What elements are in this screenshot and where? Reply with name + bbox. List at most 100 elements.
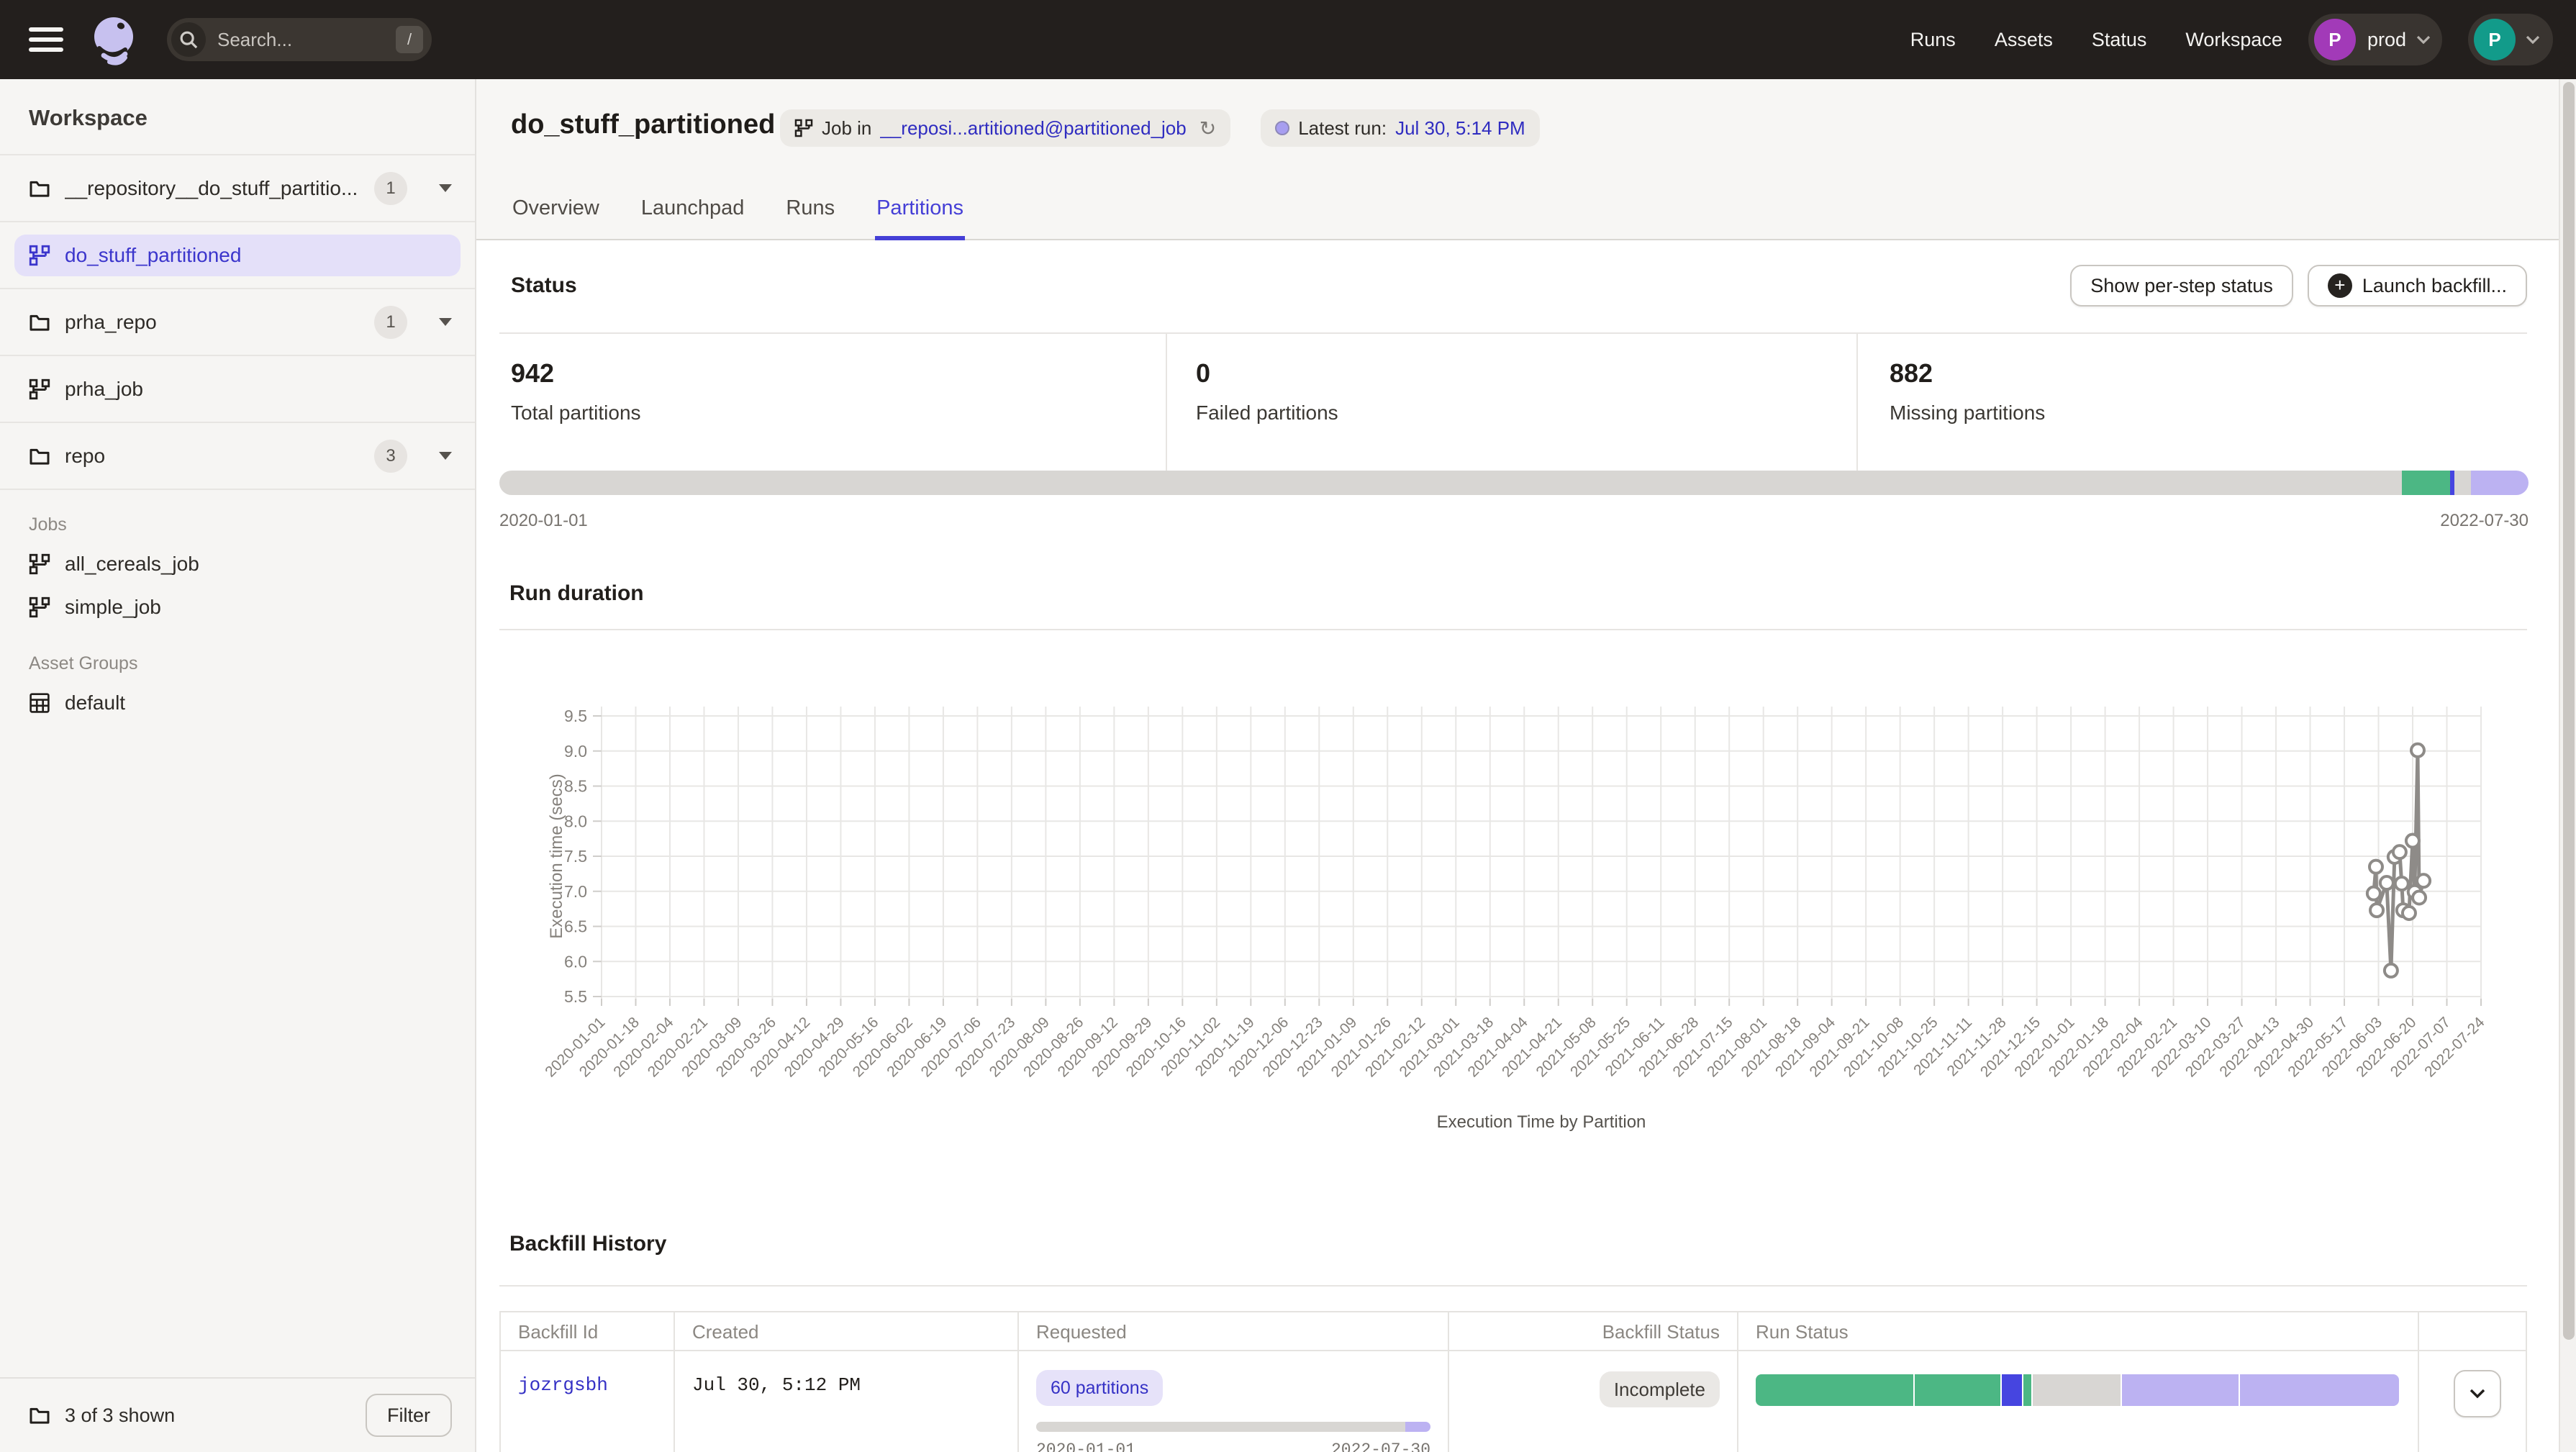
svg-text:8.0: 8.0 [564, 812, 587, 830]
execution-time-chart: 2020-01-012020-01-182020-02-042020-02-21… [520, 701, 2534, 1133]
tab-launchpad[interactable]: Launchpad [640, 196, 746, 240]
dagster-logo-icon[interactable] [89, 14, 141, 65]
sidebar-item-default-group[interactable]: default [0, 681, 475, 725]
count-badge: 3 [374, 440, 407, 473]
vertical-scrollbar[interactable] [2559, 79, 2576, 1452]
launch-backfill-label: Launch backfill... [2362, 275, 2507, 297]
top-nav: Search... / Runs Assets Status Workspace… [0, 0, 2576, 79]
nav-link-status[interactable]: Status [2092, 29, 2147, 51]
sidebar-footer: 3 of 3 shown Filter [0, 1377, 475, 1452]
created-timestamp: Jul 30, 5:12 PM [692, 1374, 861, 1396]
sidebar-item-repository-do-stuff[interactable]: __repository__do_stuff_partitio... 1 [0, 155, 475, 222]
sidebar-item-simple-job[interactable]: simple_job [0, 586, 475, 629]
deployment-switcher[interactable]: P prod [2308, 14, 2442, 65]
caret-down-icon[interactable] [439, 184, 452, 192]
folder-icon [29, 312, 50, 333]
folder-icon [29, 445, 50, 467]
svg-text:8.5: 8.5 [564, 777, 587, 796]
show-per-step-status-button[interactable]: Show per-step status [2070, 265, 2293, 307]
requested-partitions-badge[interactable]: 60 partitions [1036, 1370, 1163, 1406]
run-status-dot [1275, 121, 1289, 135]
sidebar-heading: Workspace [0, 79, 475, 155]
caret-down-icon[interactable] [439, 318, 452, 326]
requested-range: 2020-01-01 2022-07-30 [1036, 1440, 1430, 1452]
folder-icon [29, 178, 50, 199]
run-duration-heading: Run duration [509, 581, 644, 606]
slash-shortcut-key: / [396, 26, 423, 53]
chevron-down-icon [2416, 35, 2431, 44]
svg-text:7.5: 7.5 [564, 847, 587, 866]
svg-text:7.0: 7.0 [564, 882, 587, 901]
latest-run-badge: Latest run: Jul 30, 5:14 PM [1261, 109, 1540, 147]
user-menu[interactable]: P [2468, 14, 2553, 65]
status-heading: Status [511, 273, 577, 298]
run-status-bar[interactable] [1756, 1374, 2399, 1406]
search-input[interactable]: Search... / [167, 18, 432, 61]
job-icon [794, 119, 813, 137]
plus-circle-icon: + [2328, 273, 2352, 298]
job-in-label: Job in [822, 117, 871, 140]
refresh-icon[interactable]: ↻ [1199, 117, 1216, 140]
user-avatar: P [2474, 19, 2516, 60]
backfill-id-link[interactable]: jozrgsbh [518, 1374, 608, 1396]
nav-link-workspace[interactable]: Workspace [2185, 29, 2282, 51]
range-start: 2020-01-01 [499, 511, 588, 531]
sidebar-item-label: repo [65, 445, 105, 468]
expand-row-button[interactable] [2454, 1370, 2501, 1417]
tab-overview[interactable]: Overview [511, 196, 601, 240]
stat-value: 882 [1890, 358, 2527, 389]
sidebar-item-label: prha_repo [65, 311, 157, 334]
svg-text:5.5: 5.5 [564, 987, 587, 1006]
deployment-avatar: P [2314, 19, 2356, 60]
filter-button[interactable]: Filter [366, 1394, 452, 1437]
latest-run-link[interactable]: Jul 30, 5:14 PM [1395, 117, 1525, 140]
chevron-down-icon [2526, 35, 2540, 44]
stat-label: Failed partitions [1196, 401, 1856, 425]
caret-down-icon[interactable] [439, 452, 452, 460]
stat-label: Missing partitions [1890, 401, 2527, 425]
column-requested: Requested [1017, 1312, 1448, 1350]
sidebar-item-all-cereals-job[interactable]: all_cereals_job [0, 543, 475, 586]
job-location-link[interactable]: __reposi...artitioned@partitioned_job [880, 117, 1186, 140]
page-header: do_stuff_partitioned Job in __reposi...a… [476, 79, 2576, 240]
run-duration-chart[interactable]: 2020-01-012020-01-182020-02-042020-02-21… [520, 701, 2534, 1133]
nav-links: Runs Assets Status Workspace [1910, 29, 2282, 51]
table-header-row: Backfill Id Created Requested Backfill S… [501, 1312, 2526, 1351]
job-icon [29, 553, 50, 575]
jobs-section-label: Jobs [0, 490, 475, 543]
column-run-status: Run Status [1737, 1312, 2418, 1350]
sidebar-item-label: __repository__do_stuff_partitio... [65, 177, 358, 200]
sidebar-item-prha-job[interactable]: prha_job [0, 356, 475, 423]
partition-status-bar[interactable] [499, 471, 2529, 495]
nav-link-runs[interactable]: Runs [1910, 29, 1956, 51]
scrollbar-thumb[interactable] [2563, 82, 2575, 1340]
latest-run-label: Latest run: [1298, 117, 1387, 140]
svg-text:6.5: 6.5 [564, 917, 587, 936]
count-badge: 1 [374, 306, 407, 339]
page-title: do_stuff_partitioned [511, 109, 775, 140]
chevron-down-icon [2469, 1388, 2486, 1399]
range-end: 2022-07-30 [2440, 511, 2529, 531]
shown-count: 3 of 3 shown [65, 1405, 175, 1427]
count-badge: 1 [374, 172, 407, 205]
sidebar-item-repo[interactable]: repo 3 [0, 423, 475, 490]
sidebar-item-do-stuff-partitioned[interactable]: do_stuff_partitioned [0, 222, 475, 289]
main-content: do_stuff_partitioned Job in __reposi...a… [476, 79, 2576, 1452]
tab-runs[interactable]: Runs [784, 196, 836, 240]
launch-backfill-button[interactable]: + Launch backfill... [2308, 265, 2527, 307]
table-row: jozrgsbh Jul 30, 5:12 PM 60 partitions 2… [501, 1351, 2526, 1452]
column-actions [2418, 1312, 2526, 1350]
backfill-status-badge: Incomplete [1600, 1371, 1720, 1407]
menu-icon[interactable] [29, 27, 63, 52]
tab-bar: Overview Launchpad Runs Partitions [511, 196, 965, 240]
nav-link-assets[interactable]: Assets [1995, 29, 2053, 51]
stat-value: 0 [1196, 358, 1856, 389]
folder-icon [29, 1405, 50, 1426]
stat-total-partitions: 942 Total partitions [499, 334, 1166, 471]
stat-failed-partitions: 0 Failed partitions [1166, 334, 1856, 471]
job-icon [29, 245, 50, 266]
tab-partitions[interactable]: Partitions [875, 196, 965, 240]
deployment-label: prod [2367, 29, 2406, 51]
sidebar-item-prha-repo[interactable]: prha_repo 1 [0, 289, 475, 356]
stat-value: 942 [511, 358, 1166, 389]
